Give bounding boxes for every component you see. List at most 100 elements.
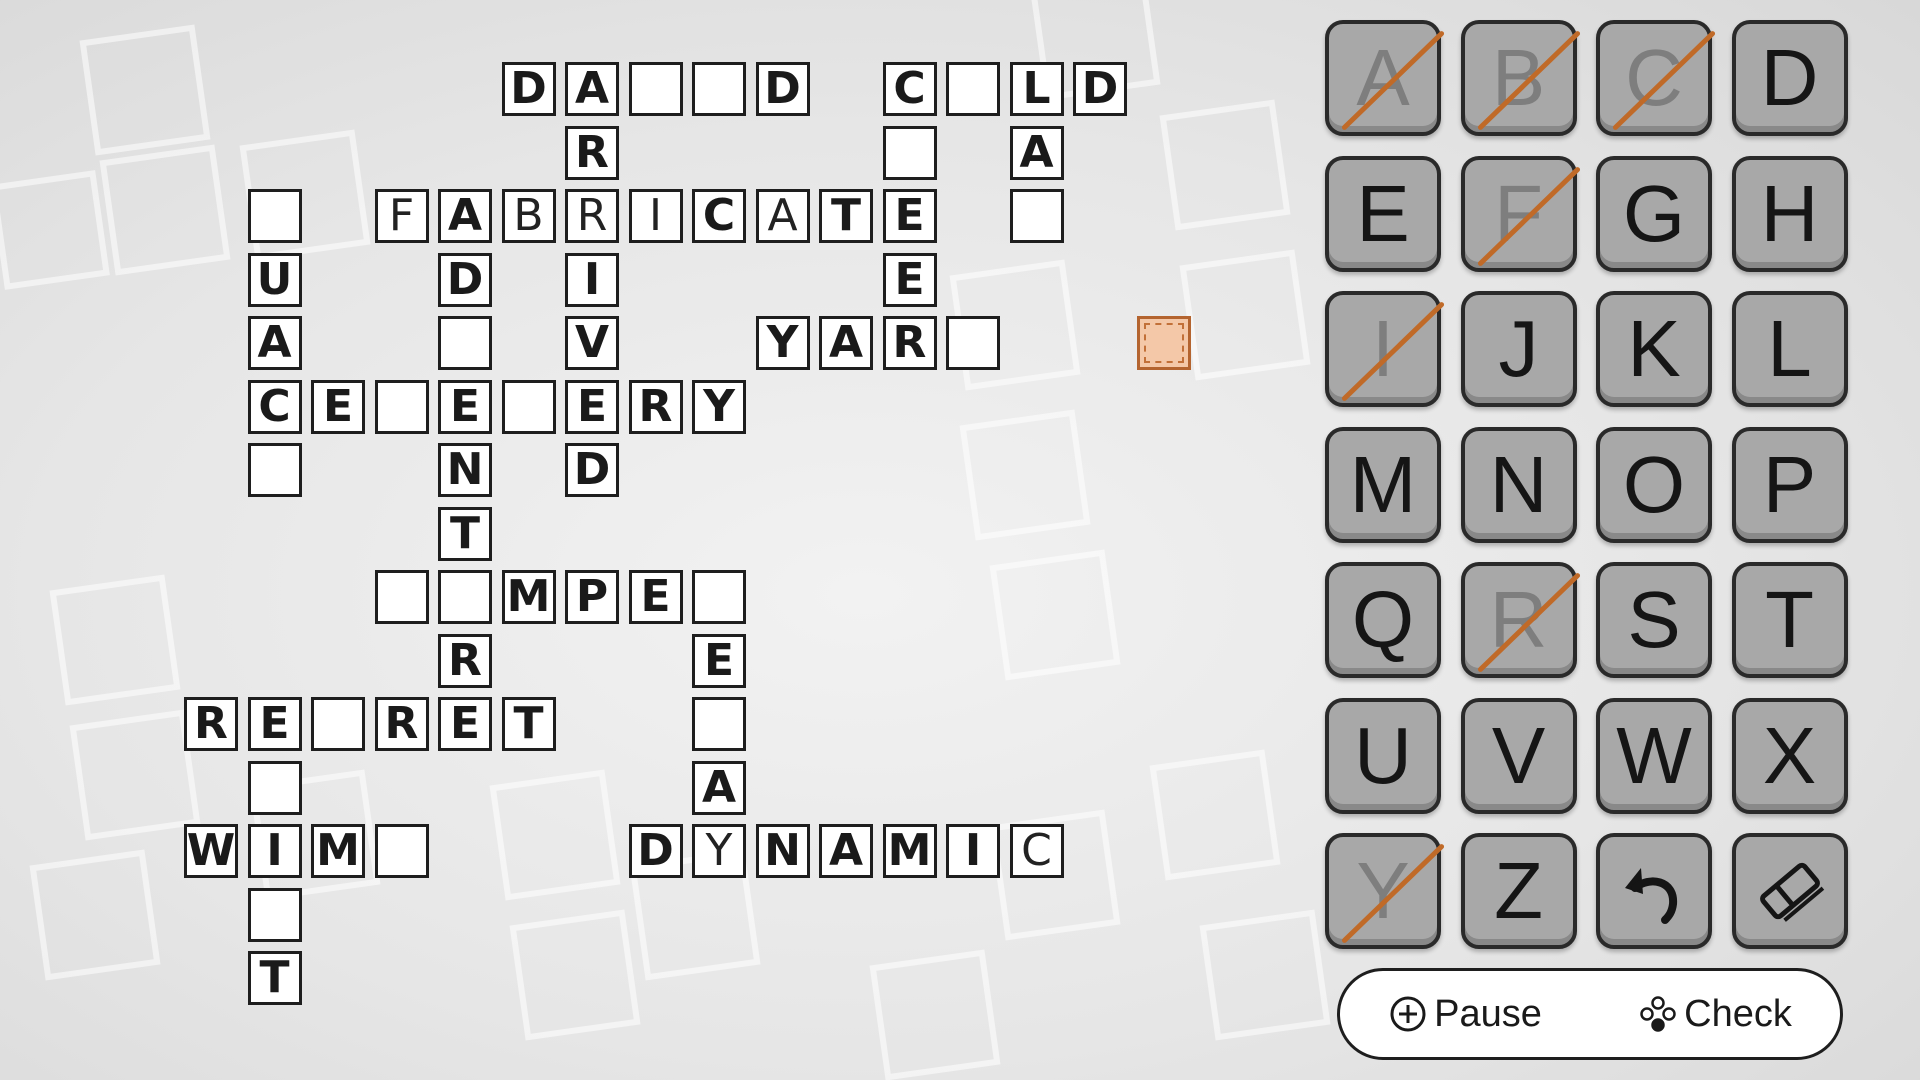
crossword-cell[interactable]: C xyxy=(692,189,746,243)
selected-cell-cursor[interactable] xyxy=(1136,316,1191,370)
key-a[interactable]: A xyxy=(1325,20,1441,136)
crossword-cell[interactable]: I xyxy=(247,824,302,878)
key-o[interactable]: O xyxy=(1596,426,1712,543)
crossword-cell[interactable] xyxy=(247,887,302,942)
crossword-cell[interactable]: D xyxy=(628,824,683,878)
crossword-cell[interactable]: M xyxy=(882,824,937,878)
crossword-cell[interactable]: Y xyxy=(692,824,746,878)
crossword-cell[interactable]: E xyxy=(692,633,746,688)
crossword-cell[interactable]: E xyxy=(628,570,683,624)
crossword-cell[interactable]: R xyxy=(565,125,619,180)
crossword-cell[interactable]: Y xyxy=(755,316,810,370)
crossword-cell[interactable]: E xyxy=(438,379,492,434)
key-r[interactable]: R xyxy=(1460,562,1577,678)
key-f[interactable]: F xyxy=(1460,155,1577,272)
crossword-cell[interactable]: C xyxy=(882,62,937,116)
crossword-cell[interactable]: B xyxy=(501,189,556,243)
crossword-cell[interactable]: A xyxy=(819,824,873,878)
crossword-cell[interactable]: R xyxy=(565,189,619,243)
undo-key[interactable] xyxy=(1596,833,1712,949)
crossword-cell[interactable]: F xyxy=(374,189,429,243)
key-g[interactable]: G xyxy=(1596,155,1712,272)
crossword-cell[interactable]: C xyxy=(247,379,302,434)
crossword-cell[interactable] xyxy=(692,697,746,751)
key-h[interactable]: H xyxy=(1731,155,1848,272)
check-control[interactable]: Check xyxy=(1638,993,1792,1036)
crossword-cell[interactable]: A xyxy=(438,189,492,243)
key-e[interactable]: E xyxy=(1325,155,1441,272)
crossword-cell[interactable]: D xyxy=(501,62,556,116)
crossword-cell[interactable]: P xyxy=(565,570,619,624)
crossword-cell[interactable]: U xyxy=(247,252,302,307)
key-t[interactable]: T xyxy=(1731,562,1848,678)
key-j[interactable]: J xyxy=(1460,291,1577,407)
crossword-cell[interactable]: E xyxy=(311,379,365,434)
crossword-cell[interactable]: D xyxy=(438,252,492,307)
crossword-cell[interactable]: A xyxy=(692,760,746,815)
crossword-cell[interactable]: N xyxy=(755,824,810,878)
crossword-cell[interactable]: T xyxy=(247,951,302,1005)
crossword-cell[interactable] xyxy=(946,316,1000,370)
crossword-cell[interactable]: M xyxy=(311,824,365,878)
crossword-cell[interactable]: V xyxy=(565,316,619,370)
crossword-cell[interactable]: A xyxy=(565,62,619,116)
crossword-cell[interactable]: T xyxy=(438,506,492,561)
crossword-cell[interactable] xyxy=(1009,189,1064,243)
crossword-cell[interactable] xyxy=(946,62,1000,116)
crossword-cell[interactable]: A xyxy=(819,316,873,370)
crossword-cell[interactable] xyxy=(692,570,746,624)
crossword-cell[interactable]: D xyxy=(1073,62,1127,116)
crossword-cell[interactable]: I xyxy=(946,824,1000,878)
key-w[interactable]: W xyxy=(1596,697,1712,814)
crossword-cell[interactable] xyxy=(628,62,683,116)
key-n[interactable]: N xyxy=(1460,426,1577,543)
key-s[interactable]: S xyxy=(1596,562,1712,678)
key-x[interactable]: X xyxy=(1731,697,1848,814)
crossword-cell[interactable] xyxy=(374,570,429,624)
crossword-cell[interactable]: T xyxy=(501,697,556,751)
crossword-cell[interactable] xyxy=(311,697,365,751)
eraser-key[interactable] xyxy=(1731,833,1848,949)
crossword-cell[interactable]: Y xyxy=(692,379,746,434)
pause-control[interactable]: Pause xyxy=(1388,993,1542,1036)
crossword-cell[interactable]: R xyxy=(374,697,429,751)
crossword-cell[interactable]: E xyxy=(438,697,492,751)
key-c[interactable]: C xyxy=(1596,20,1712,136)
crossword-cell[interactable]: W xyxy=(184,824,238,878)
crossword-cell[interactable]: R xyxy=(882,316,937,370)
crossword-cell[interactable]: T xyxy=(819,189,873,243)
crossword-cell[interactable] xyxy=(882,125,937,180)
key-i[interactable]: I xyxy=(1325,291,1441,407)
crossword-cell[interactable] xyxy=(438,316,492,370)
key-d[interactable]: D xyxy=(1731,20,1848,136)
key-l[interactable]: L xyxy=(1731,291,1848,407)
key-m[interactable]: M xyxy=(1325,426,1441,543)
crossword-cell[interactable]: L xyxy=(1009,62,1064,116)
crossword-cell[interactable]: E xyxy=(882,252,937,307)
key-v[interactable]: V xyxy=(1460,697,1577,814)
crossword-cell[interactable] xyxy=(247,443,302,497)
crossword-cell[interactable]: D xyxy=(565,443,619,497)
key-b[interactable]: B xyxy=(1460,20,1577,136)
crossword-cell[interactable]: E xyxy=(565,379,619,434)
crossword-cell[interactable]: N xyxy=(438,443,492,497)
key-y[interactable]: Y xyxy=(1325,833,1441,949)
crossword-cell[interactable] xyxy=(692,62,746,116)
crossword-cell[interactable]: E xyxy=(882,189,937,243)
crossword-cell[interactable]: I xyxy=(565,252,619,307)
crossword-cell[interactable] xyxy=(438,570,492,624)
crossword-cell[interactable] xyxy=(374,379,429,434)
crossword-cell[interactable]: A xyxy=(1009,125,1064,180)
crossword-cell[interactable]: D xyxy=(755,62,810,116)
key-p[interactable]: P xyxy=(1731,426,1848,543)
crossword-cell[interactable]: M xyxy=(501,570,556,624)
crossword-cell[interactable] xyxy=(247,760,302,815)
key-q[interactable]: Q xyxy=(1325,562,1441,678)
crossword-cell[interactable] xyxy=(247,189,302,243)
key-k[interactable]: K xyxy=(1596,291,1712,407)
crossword-cell[interactable]: E xyxy=(247,697,302,751)
key-u[interactable]: U xyxy=(1325,697,1441,814)
crossword-cell[interactable] xyxy=(501,379,556,434)
crossword-cell[interactable]: A xyxy=(755,189,810,243)
crossword-cell[interactable]: R xyxy=(438,633,492,688)
